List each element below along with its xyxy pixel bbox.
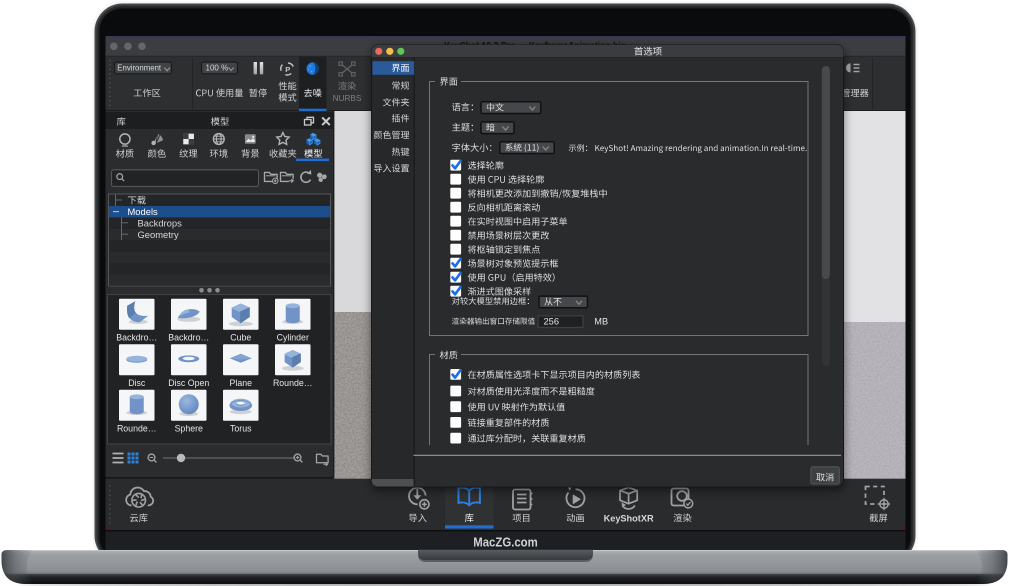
svg-text:Plane: Plane — [230, 378, 253, 388]
svg-text:KeyShotXR: KeyShotXR — [604, 513, 654, 523]
svg-text:Models: Models — [128, 206, 159, 217]
svg-text:Backdrops: Backdrops — [138, 217, 183, 228]
svg-text:Disc Open: Disc Open — [168, 378, 209, 388]
svg-text:Torus: Torus — [230, 423, 252, 433]
svg-text:P: P — [285, 65, 290, 74]
svg-text:Backdro…: Backdro… — [168, 332, 209, 342]
svg-text:100 %: 100 % — [206, 64, 229, 73]
svg-text:Backdro…: Backdro… — [116, 332, 157, 342]
svg-text:Rounde…: Rounde… — [273, 378, 313, 388]
svg-text:NURBS: NURBS — [333, 94, 362, 103]
svg-text:MB: MB — [594, 317, 608, 327]
svg-text:256: 256 — [544, 317, 560, 327]
svg-text:Rounde…: Rounde… — [117, 423, 157, 433]
svg-text:Environment: Environment — [117, 64, 162, 73]
svg-text:Cylinder: Cylinder — [277, 332, 309, 342]
svg-text:Cube: Cube — [230, 332, 251, 342]
svg-text:MacZG.com: MacZG.com — [473, 534, 538, 549]
svg-text:Disc: Disc — [128, 378, 146, 388]
svg-text:Sphere: Sphere — [175, 423, 203, 433]
svg-text:Geometry: Geometry — [138, 229, 179, 240]
